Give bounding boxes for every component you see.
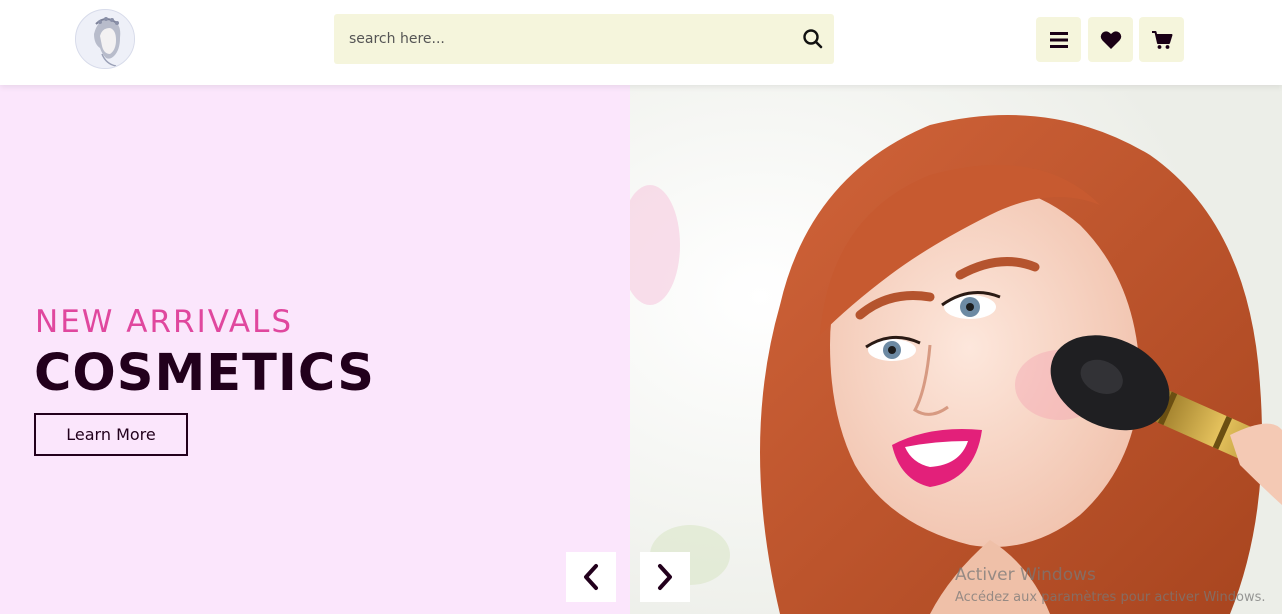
search-bar — [334, 14, 834, 64]
cart-button[interactable] — [1139, 17, 1184, 62]
hero-text-panel: NEW ARRIVALS COSMETICS Learn More — [0, 85, 630, 614]
logo[interactable] — [75, 9, 135, 69]
hero-title: COSMETICS — [34, 344, 375, 403]
heart-icon — [1100, 30, 1121, 49]
menu-button[interactable] — [1036, 17, 1081, 62]
slider-next-button[interactable] — [640, 552, 690, 602]
search-icon[interactable] — [800, 26, 826, 52]
hero-subtitle: NEW ARRIVALS — [35, 304, 294, 340]
slider-prev-button[interactable] — [566, 552, 616, 602]
wishlist-button[interactable] — [1088, 17, 1133, 62]
model-applying-makeup-image — [630, 85, 1282, 614]
chevron-left-icon — [584, 564, 598, 590]
watermark-title: Activer Windows — [955, 565, 1096, 585]
chevron-right-icon — [658, 564, 672, 590]
windows-activation-watermark: Activer Windows Accédez aux paramètres p… — [955, 565, 1266, 605]
cart-icon — [1151, 30, 1172, 49]
search-input[interactable] — [334, 14, 774, 64]
logo-woman-icon — [76, 10, 134, 68]
menu-icon — [1049, 31, 1068, 48]
hero-slider: NEW ARRIVALS COSMETICS Learn More — [0, 85, 1282, 614]
learn-more-button[interactable]: Learn More — [34, 413, 188, 456]
watermark-subtitle: Accédez aux paramètres pour activer Wind… — [955, 590, 1266, 605]
site-header — [0, 0, 1282, 85]
hero-image — [630, 85, 1282, 614]
